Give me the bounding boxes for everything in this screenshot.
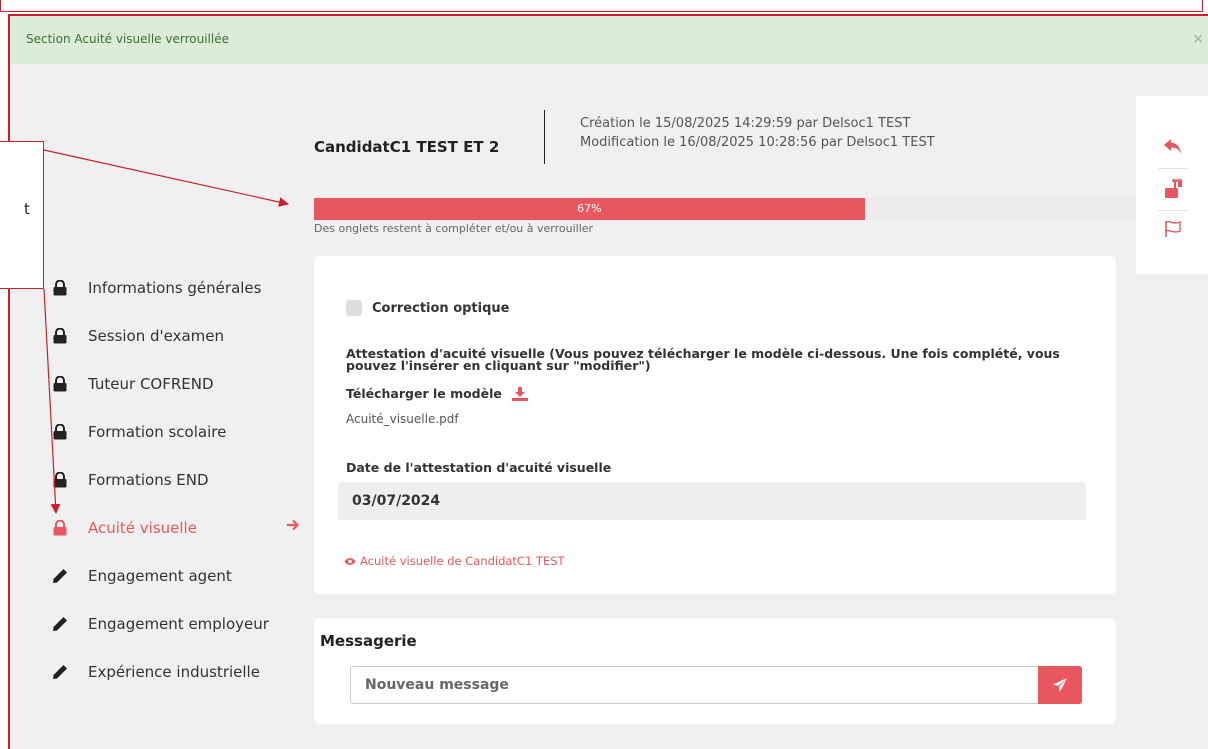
correction-optique-checkbox[interactable] [346,300,362,316]
pencil-icon [50,662,70,682]
progress-note: Des onglets restent à compléter et/ou à … [314,222,594,235]
separator [1158,210,1188,211]
nav-label: Engagement employeur [88,615,269,633]
nav-label: Tuteur COFREND [88,375,214,393]
arrow-right-icon [286,518,300,536]
nav-item-experience-industrielle[interactable]: Expérience industrielle [50,652,310,692]
nav-label: Engagement agent [88,567,232,585]
nav-item-formations-end[interactable]: Formations END [50,460,310,500]
alert-close-button[interactable]: × [1192,16,1204,62]
view-link-label: Acuité visuelle de CandidatC1 TEST [360,554,565,568]
nav-item-engagement-agent[interactable]: Engagement agent [50,556,310,596]
nav-label: Expérience industrielle [88,663,260,681]
download-label: Télécharger le modèle [346,386,502,401]
pencil-icon [50,566,70,586]
lock-icon [50,422,70,442]
messaging-title: Messagerie [320,632,417,650]
app-frame: Section Acuité visuelle verrouillée × Ca… [8,14,1208,749]
date-field: 03/07/2024 [338,482,1086,520]
date-label: Date de l'attestation d'acuité visuelle [346,460,612,475]
progress-fill: 67% [314,198,865,220]
acuite-visuelle-card: Correction optique Attestation d'acuité … [314,256,1116,594]
callout-text: t [24,200,30,218]
message-input[interactable] [350,666,1038,704]
view-acuite-link[interactable]: Acuité visuelle de CandidatC1 TEST [344,554,565,568]
created-info: Création le 15/08/2025 14:29:59 par Dels… [580,116,911,131]
nav-item-session-examen[interactable]: Session d'examen [50,316,310,356]
lock-icon [50,326,70,346]
nav-item-acuite-visuelle[interactable]: Acuité visuelle [50,508,310,548]
messaging-card: Messagerie [314,618,1116,724]
audit-info: Création le 15/08/2025 14:29:59 par Dels… [580,114,935,152]
separator [1158,168,1188,169]
nav-item-tuteur-cofrend[interactable]: Tuteur COFREND [50,364,310,404]
lock-icon [50,374,70,394]
unlock-icon[interactable] [1158,174,1188,204]
correction-optique-label: Correction optique [372,300,510,316]
nav-label: Formation scolaire [88,423,227,441]
progress-bar: 67% [314,198,1136,220]
send-button[interactable] [1038,666,1082,704]
lock-icon [50,518,70,538]
back-arrow-icon[interactable] [1158,132,1188,162]
candidate-name: CandidatC1 TEST ET 2 [314,138,500,156]
side-actions-panel [1136,96,1208,274]
top-annotation-border [0,0,1203,12]
correction-optique-row: Correction optique [346,300,509,316]
success-alert: Section Acuité visuelle verrouillée × [10,16,1208,64]
nav-label: Acuité visuelle [88,519,197,537]
pencil-icon [50,614,70,634]
file-name[interactable]: Acuité_visuelle.pdf [346,412,459,426]
nav-label: Session d'examen [88,327,225,345]
alert-text: Section Acuité visuelle verrouillée [26,32,229,46]
flag-icon[interactable] [1158,214,1188,244]
download-icon[interactable] [511,386,528,401]
attestation-label: Attestation d'acuité visuelle (Vous pouv… [346,346,1060,373]
nav-item-engagement-employeur[interactable]: Engagement employeur [50,604,310,644]
annotation-callout-box: t [0,141,44,289]
nav-label: Informations générales [88,279,262,297]
nav-item-formation-scolaire[interactable]: Formation scolaire [50,412,310,452]
nav-label: Formations END [88,471,209,489]
modified-info: Modification le 16/08/2025 10:28:56 par … [580,135,935,150]
send-icon [1053,678,1067,692]
download-template[interactable]: Télécharger le modèle [346,386,528,401]
header-divider [544,110,545,164]
lock-icon [50,470,70,490]
nav-item-informations-generales[interactable]: Informations générales [50,268,310,308]
eye-icon [344,557,356,565]
lock-icon [50,278,70,298]
